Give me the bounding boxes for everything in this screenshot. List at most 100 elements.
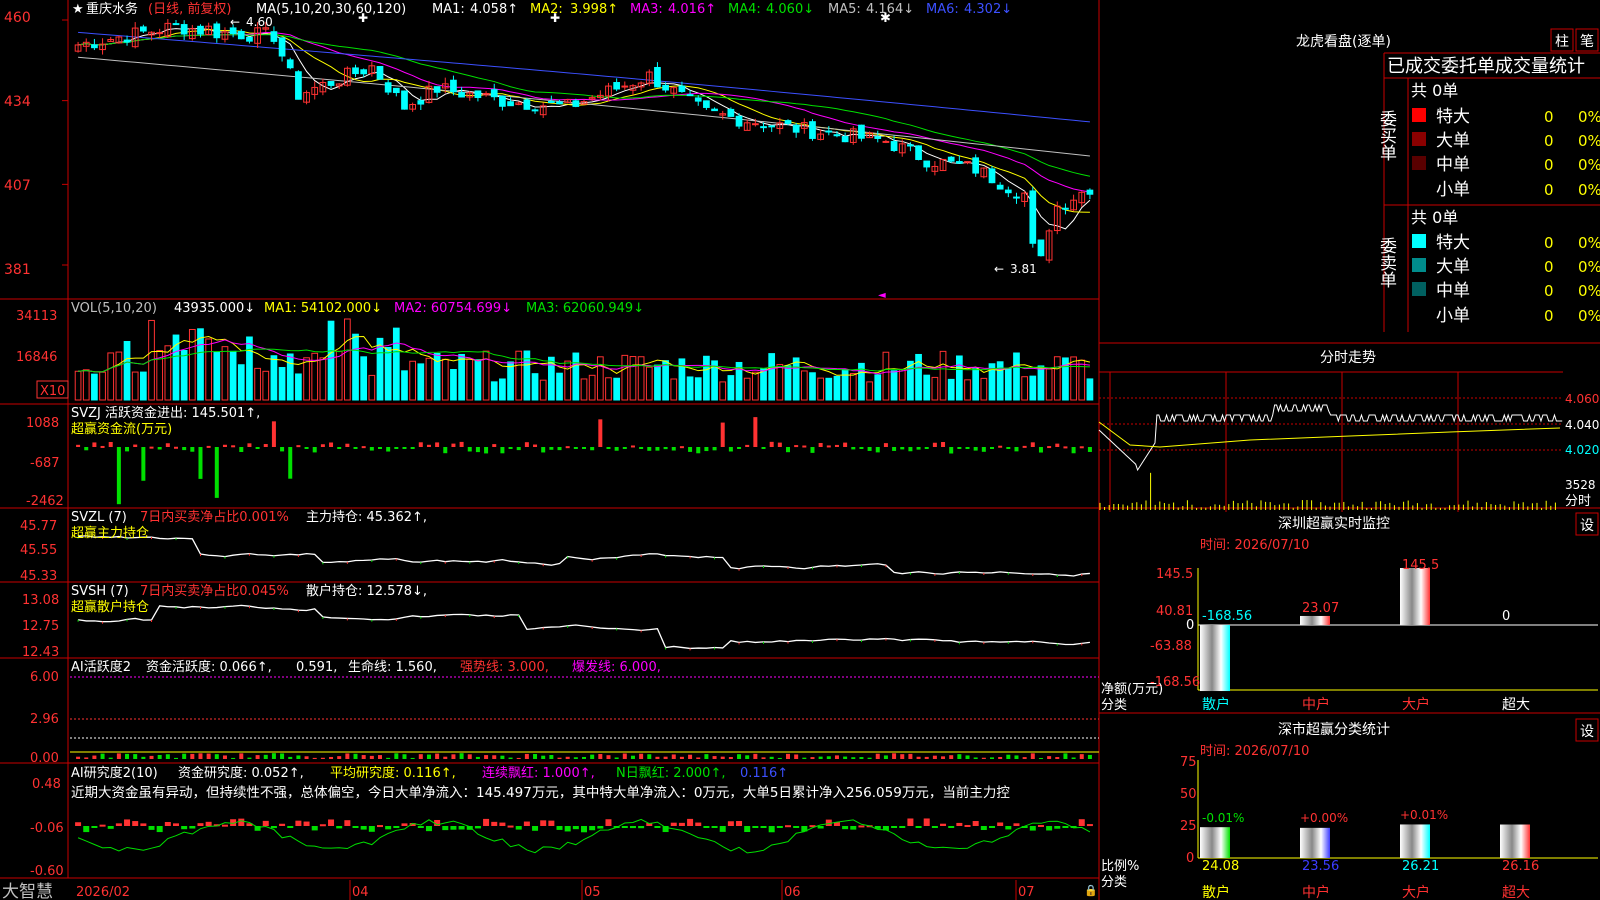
activity-bar bbox=[386, 757, 391, 759]
sell-row-num: 0 bbox=[1544, 282, 1554, 300]
sell-side-label: 委卖单 bbox=[1376, 237, 1397, 288]
research-bar bbox=[597, 826, 604, 829]
research-bar bbox=[581, 826, 587, 833]
svzl-tick-2: 45.55 bbox=[20, 543, 57, 558]
activity-bar bbox=[696, 757, 701, 759]
activity-bar bbox=[557, 757, 562, 759]
activity-bar bbox=[206, 753, 211, 759]
candle-body bbox=[376, 66, 384, 80]
candle-body bbox=[678, 85, 686, 93]
volume-bar bbox=[499, 378, 506, 401]
candle-body bbox=[711, 108, 718, 112]
volume-bar bbox=[849, 372, 857, 401]
research-bar bbox=[1054, 826, 1061, 829]
volume-bar bbox=[792, 357, 800, 401]
ma6-value: 4.302↓ bbox=[964, 2, 1012, 17]
buy-row-label: 小单 bbox=[1436, 180, 1470, 200]
candle-body bbox=[474, 90, 482, 99]
research-bar bbox=[997, 822, 1004, 826]
activity-bar bbox=[639, 753, 644, 759]
research-bar bbox=[923, 818, 930, 826]
fs-tick-3: 4.020 bbox=[1565, 443, 1599, 457]
candle-body bbox=[531, 109, 539, 112]
class-stats-panel[interactable] bbox=[1197, 760, 1598, 859]
research-bar bbox=[1029, 826, 1036, 831]
buy-rows: 特大 0 0% 大单 0 0% 中单 0 0% 小单 0 0% bbox=[1412, 107, 1600, 200]
intraday-panel[interactable] bbox=[1098, 371, 1563, 512]
activity-bar bbox=[647, 754, 652, 759]
flow-bar bbox=[908, 447, 913, 452]
research-bar bbox=[99, 824, 106, 827]
candle-body bbox=[360, 69, 368, 75]
fs-tick-2: 4.040 bbox=[1565, 418, 1599, 432]
fund-flow-panel[interactable] bbox=[76, 417, 1092, 505]
volume-bar bbox=[409, 360, 416, 401]
candle-body bbox=[727, 108, 735, 117]
research-bar bbox=[989, 826, 995, 828]
vol-ma3: MA3: 62060.949↓ bbox=[526, 301, 644, 316]
retail-holding-panel[interactable] bbox=[77, 604, 1090, 651]
research-bar bbox=[262, 820, 269, 826]
candle-body bbox=[237, 30, 245, 40]
flow-bar bbox=[475, 447, 480, 453]
volume-bar bbox=[743, 377, 751, 401]
candle-body bbox=[694, 97, 702, 102]
research-bar bbox=[940, 823, 947, 826]
volume-bar bbox=[931, 376, 939, 401]
svzl-tick-3: 45.33 bbox=[20, 569, 57, 584]
monitor-title: 深圳超赢实时监控 bbox=[1278, 515, 1390, 532]
volume-bar bbox=[474, 359, 482, 401]
activity-bar bbox=[810, 757, 815, 759]
activity-bar bbox=[818, 756, 823, 759]
ai-activity-panel[interactable] bbox=[70, 676, 1099, 759]
activity-bar bbox=[312, 757, 317, 759]
flow-bar bbox=[378, 447, 382, 449]
research-bar bbox=[931, 826, 938, 828]
activity-bar bbox=[353, 753, 358, 759]
flow-bar bbox=[1038, 447, 1043, 453]
main-holding-panel[interactable] bbox=[77, 535, 1090, 577]
terminal-screen: 460 434 407 381 ← 4.60 ← 3.81 ★ 重庆水务 (日线… bbox=[0, 0, 1600, 900]
flow-bar bbox=[280, 447, 285, 452]
volume-bar bbox=[140, 371, 147, 401]
volume-bar bbox=[1021, 376, 1028, 401]
svzj-line1: SVZJ 活跃资金进出: 145.501↑, bbox=[71, 405, 260, 421]
activity-bar bbox=[777, 757, 782, 759]
volume-bar bbox=[760, 367, 767, 401]
volume-bar bbox=[727, 375, 735, 401]
volume-bar bbox=[1053, 356, 1061, 401]
activity-bar bbox=[769, 756, 774, 759]
activity-bar bbox=[1063, 753, 1068, 759]
svsh-tick-2: 12.75 bbox=[22, 619, 59, 634]
candle-body bbox=[91, 44, 98, 49]
monitor-cat-1: 散户 bbox=[1202, 696, 1230, 713]
activity-bar bbox=[418, 754, 423, 759]
vol-axis: 34113 16846 X10 bbox=[16, 309, 69, 399]
low-arrow-icon: ← bbox=[994, 262, 1004, 276]
flow-bar bbox=[728, 447, 733, 452]
ai-research-panel[interactable] bbox=[75, 818, 1093, 854]
k-header: ★ 重庆水务 (日线, 前复权) MA(5,10,20,30,60,120) M… bbox=[72, 1, 1012, 301]
flow-bar bbox=[516, 447, 521, 451]
research-bar bbox=[279, 823, 286, 826]
activity-bar bbox=[459, 753, 464, 759]
flow-bar bbox=[769, 441, 774, 447]
volume-bar bbox=[588, 374, 596, 401]
flow-bar bbox=[435, 442, 440, 447]
candlestick-panel[interactable] bbox=[62, 19, 1094, 266]
volume-panel[interactable] bbox=[74, 318, 1094, 401]
candle-body bbox=[613, 82, 620, 90]
svsh-line2: 超赢散户持仓 bbox=[71, 599, 149, 615]
flow-bar bbox=[712, 447, 717, 451]
flow-bar bbox=[329, 442, 334, 447]
monitor-panel[interactable] bbox=[1197, 568, 1598, 692]
stock-name: 重庆水务 bbox=[86, 1, 138, 17]
activity-bar bbox=[329, 756, 334, 759]
activity-bar bbox=[92, 755, 97, 759]
volume-bar bbox=[605, 377, 612, 401]
sell-row-label: 特大 bbox=[1436, 233, 1470, 253]
svsh-ratio: 7日内买卖净占比0.045% bbox=[140, 583, 289, 599]
ma1-label: MA1: bbox=[432, 2, 465, 17]
volume-bar bbox=[213, 351, 221, 401]
flow-bar bbox=[443, 447, 448, 454]
